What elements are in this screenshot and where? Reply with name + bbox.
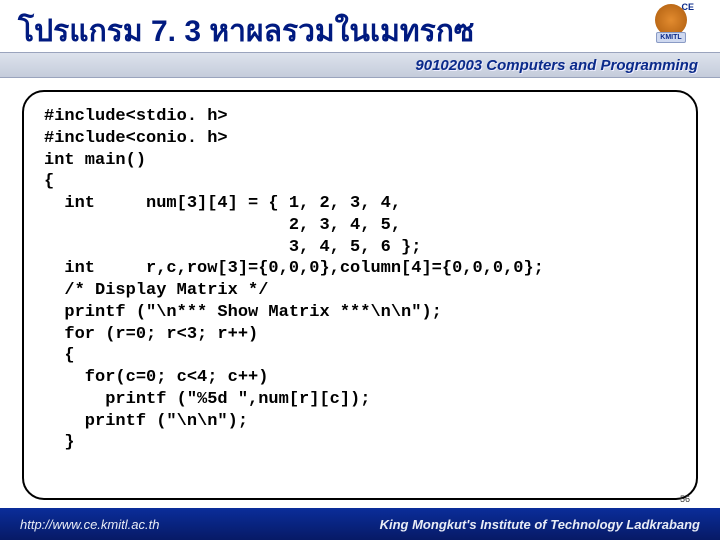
kmitl-logo: CE KMITL xyxy=(644,4,698,52)
footer-url: http://www.ce.kmitl.ac.th xyxy=(20,517,159,532)
slide-footer: http://www.ce.kmitl.ac.th King Mongkut's… xyxy=(0,508,720,540)
slide-title: โปรแกรม 7. 3 หาผลรวมในเมทรกซ xyxy=(18,8,474,55)
slide-header: โปรแกรม 7. 3 หาผลรวมในเมทรกซ CE KMITL 90… xyxy=(0,0,720,78)
course-label: 90102003 Computers and Programming xyxy=(415,57,698,74)
code-container: #include<stdio. h> #include<conio. h> in… xyxy=(22,90,698,500)
code-listing: #include<stdio. h> #include<conio. h> in… xyxy=(44,106,676,454)
footer-institution: King Mongkut's Institute of Technology L… xyxy=(380,517,700,532)
logo-badge-text: KMITL xyxy=(656,32,685,43)
page-number: 56 xyxy=(680,494,690,504)
course-bar: 90102003 Computers and Programming xyxy=(0,52,720,78)
